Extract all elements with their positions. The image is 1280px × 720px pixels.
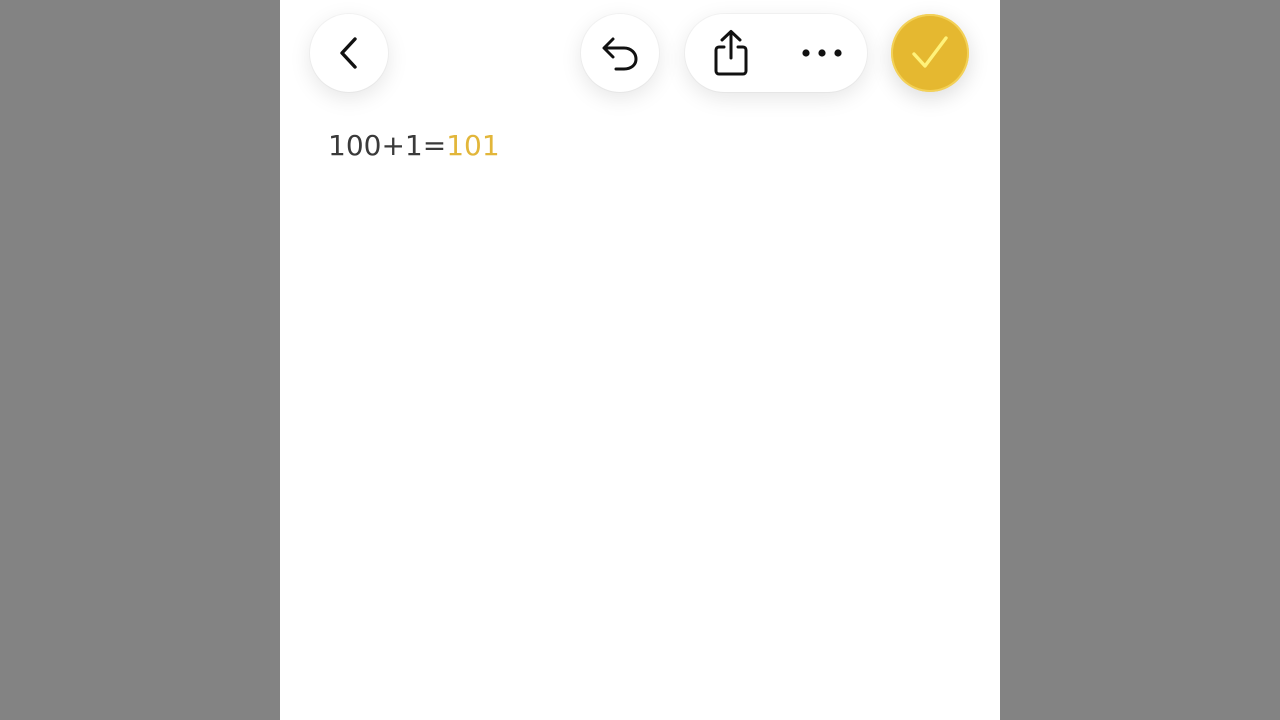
note-body[interactable]: 100+1=101: [328, 126, 500, 166]
chevron-left-icon: [340, 37, 357, 69]
math-result: 101: [446, 129, 500, 162]
done-button[interactable]: [891, 14, 969, 92]
checkmark-icon: [912, 36, 948, 68]
actions-group: [685, 14, 867, 92]
notes-editor: 100+1=101: [280, 0, 1000, 720]
math-expression: 100+1=: [328, 129, 447, 162]
more-button[interactable]: [776, 14, 867, 92]
share-icon: [714, 30, 747, 76]
share-button[interactable]: [685, 14, 776, 92]
screen: 100+1=101: [0, 0, 1280, 720]
undo-button[interactable]: [581, 14, 659, 92]
ellipsis-icon: [801, 49, 842, 57]
back-button[interactable]: [310, 14, 388, 92]
undo-arrow-icon: [602, 37, 638, 71]
